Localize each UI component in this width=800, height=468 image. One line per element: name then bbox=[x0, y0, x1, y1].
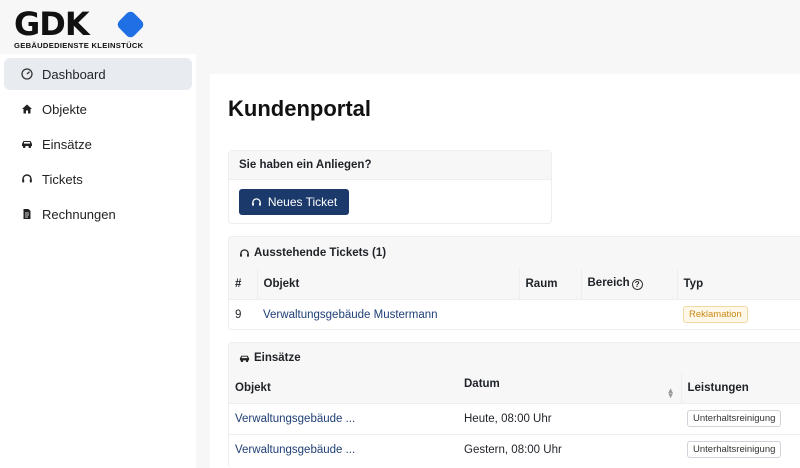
objekt-link[interactable]: Verwaltungsgebäude ... bbox=[235, 444, 355, 456]
column-header-objekt[interactable]: Objekt bbox=[229, 373, 458, 403]
anliegen-card: Sie haben ein Anliegen? Neues Ticket bbox=[228, 150, 552, 224]
tickets-heading-text: Ausstehende Tickets (1) bbox=[254, 247, 387, 259]
objekt-link[interactable]: Verwaltungsgebäude Mustermann bbox=[263, 309, 438, 321]
sidebar-item-dashboard[interactable]: Dashboard bbox=[4, 58, 192, 90]
column-header-id: # bbox=[229, 269, 258, 299]
tickets-heading: Ausstehende Tickets (1) bbox=[229, 237, 800, 269]
sidebar-item-label: Einsätze bbox=[42, 136, 92, 152]
cell-objekt: Verwaltungsgebäude ... bbox=[229, 402, 458, 434]
page-title: Kundenportal bbox=[228, 96, 371, 121]
einsaetze-card: Einsätze Objekt Datum ▲ ▼ Leistungen Verwa… bbox=[228, 342, 800, 468]
sort-icon[interactable]: ▲ ▼ bbox=[667, 386, 675, 399]
sidebar-item-objekte[interactable]: Objekte bbox=[4, 93, 192, 125]
cell-leistungen: Unterhaltsreinigung bbox=[681, 402, 800, 434]
table-row[interactable]: Verwaltungsgebäude ... Heute, 08:00 Uhr … bbox=[229, 402, 800, 434]
service-badge: Unterhaltsreinigung bbox=[687, 410, 782, 427]
sidebar-item-label: Rechnungen bbox=[42, 206, 116, 222]
anliegen-heading: Sie haben ein Anliegen? bbox=[229, 151, 551, 180]
sidebar-item-tickets[interactable]: Tickets bbox=[4, 163, 192, 195]
column-header-datum[interactable]: Datum ▲ ▼ bbox=[458, 373, 682, 403]
einsaetze-table: Objekt Datum ▲ ▼ Leistungen Verwaltungsgeb… bbox=[229, 373, 800, 465]
einsaetze-heading: Einsätze bbox=[229, 343, 800, 373]
new-ticket-button[interactable]: Neues Ticket bbox=[239, 189, 349, 215]
headset-icon bbox=[240, 248, 249, 257]
sidebar-item-rechnungen[interactable]: Rechnungen bbox=[4, 198, 192, 230]
brand-logo[interactable]: GDK GEBÄUDEDIENSTE KLEINSTÜCK bbox=[14, 8, 154, 52]
sidebar-item-label: Tickets bbox=[42, 171, 83, 187]
column-header-datum-label: Datum bbox=[464, 377, 500, 390]
sidebar: Dashboard Objekte Einsätze Tickets Rechn… bbox=[0, 54, 196, 468]
table-header-row: Objekt Datum ▲ ▼ Leistungen bbox=[229, 373, 800, 403]
cell-id: 9 bbox=[229, 298, 257, 329]
objekt-link[interactable]: Verwaltungsgebäude ... bbox=[235, 413, 355, 425]
new-ticket-label: Neues Ticket bbox=[267, 195, 338, 209]
cell-typ: Reklamation bbox=[677, 298, 800, 329]
service-badge: Unterhaltsreinigung bbox=[687, 441, 782, 459]
column-header-objekt[interactable]: Objekt bbox=[257, 269, 520, 299]
headset-icon bbox=[251, 197, 261, 206]
logo-subtitle: GEBÄUDEDIENSTE KLEINSTÜCK bbox=[14, 41, 144, 50]
table-row[interactable]: 9 Verwaltungsgebäude Mustermann Reklamat… bbox=[229, 298, 800, 329]
tickets-card: Ausstehende Tickets (1) # Objekt Raum Be… bbox=[228, 236, 800, 330]
main-content: Kundenportal Sie haben ein Anliegen? Neu… bbox=[210, 74, 800, 468]
table-row[interactable]: Verwaltungsgebäude ... Gestern, 08:00 Uh… bbox=[229, 433, 800, 465]
cell-objekt: Verwaltungsgebäude ... bbox=[229, 433, 458, 465]
car-icon bbox=[239, 355, 250, 362]
car-icon bbox=[20, 137, 34, 151]
help-icon[interactable]: ? bbox=[631, 279, 643, 291]
column-header-raum[interactable]: Raum bbox=[519, 269, 582, 299]
column-header-bereich-label: Bereich bbox=[587, 277, 630, 290]
column-header-leistungen[interactable]: Leistungen bbox=[681, 373, 800, 403]
sidebar-item-label: Objekte bbox=[42, 101, 87, 117]
cell-bereich bbox=[581, 298, 677, 329]
column-header-bereich[interactable]: Bereich? bbox=[581, 269, 678, 299]
cell-leistungen: Unterhaltsreinigung bbox=[681, 433, 800, 465]
tickets-table: # Objekt Raum Bereich? Typ 9 Verwaltungs… bbox=[229, 269, 800, 329]
invoice-icon bbox=[20, 207, 34, 221]
column-header-typ[interactable]: Typ bbox=[677, 269, 800, 299]
cell-objekt: Verwaltungsgebäude Mustermann bbox=[257, 298, 519, 329]
headset-icon bbox=[20, 172, 34, 186]
cell-raum bbox=[519, 298, 581, 329]
home-icon bbox=[20, 102, 34, 116]
einsaetze-heading-text: Einsätze bbox=[254, 352, 301, 364]
sidebar-item-einsaetze[interactable]: Einsätze bbox=[4, 128, 192, 160]
cell-datum: Gestern, 08:00 Uhr bbox=[458, 433, 681, 465]
gauge-icon bbox=[20, 67, 34, 81]
status-badge: Reklamation bbox=[683, 306, 748, 324]
table-header-row: # Objekt Raum Bereich? Typ bbox=[229, 269, 800, 299]
cell-datum: Heute, 08:00 Uhr bbox=[458, 402, 681, 434]
sidebar-item-label: Dashboard bbox=[42, 66, 106, 82]
